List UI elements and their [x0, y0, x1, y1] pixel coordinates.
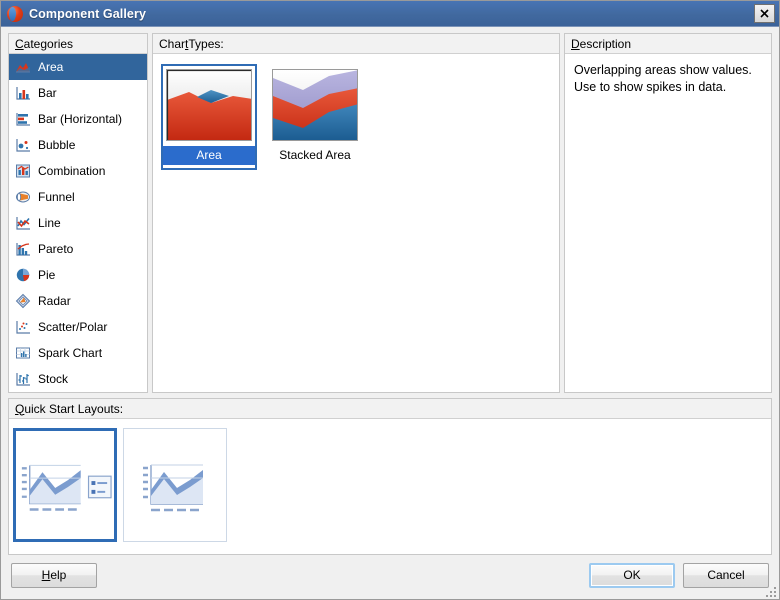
sidebar-item-pie[interactable]: Pie: [9, 262, 147, 288]
sidebar-item-label: Pie: [38, 268, 56, 282]
quick-start-header: Quick Start Layouts:: [9, 399, 771, 419]
stacked-area-thumbnail: [272, 69, 358, 141]
sidebar-item-label: Bubble: [38, 138, 76, 152]
sidebar-item-stock[interactable]: Stock: [9, 366, 147, 392]
sidebar-item-combination[interactable]: Combination: [9, 158, 147, 184]
title-bar: Component Gallery: [1, 1, 779, 27]
sidebar-item-bar-horizontal[interactable]: Bar (Horizontal): [9, 106, 147, 132]
sidebar-item-label: Spark Chart: [38, 346, 103, 360]
sidebar-item-label: Stock: [38, 372, 69, 386]
chart-type-stacked-area[interactable]: Stacked Area: [267, 64, 363, 170]
description-header: Description: [565, 34, 771, 54]
area-plain-layout[interactable]: [123, 428, 227, 542]
quick-start-list: [9, 419, 771, 554]
stock-chart-icon: [15, 371, 31, 387]
ok-button-label: OK: [623, 568, 641, 582]
ok-button[interactable]: OK: [589, 562, 675, 588]
upper-section: Categories Area Bar Bar (Horizontal) Bubble…: [8, 33, 772, 393]
close-icon[interactable]: [754, 4, 775, 23]
funnel-chart-icon: [15, 189, 31, 205]
pie-chart-icon: [15, 267, 31, 283]
sidebar-item-radar[interactable]: Radar: [9, 288, 147, 314]
sidebar-item-label: Area: [38, 60, 64, 74]
button-bar: Help OK Cancel: [1, 555, 779, 599]
sidebar-item-label: Radar: [38, 294, 71, 308]
combination-chart-icon: [15, 163, 31, 179]
resize-grip[interactable]: [764, 585, 776, 597]
sidebar-item-funnel[interactable]: Funnel: [9, 184, 147, 210]
bar-chart-icon: [15, 85, 31, 101]
categories-header: Categories: [9, 34, 147, 54]
cancel-button-label: Cancel: [707, 568, 745, 582]
spark-chart-icon: [15, 345, 31, 361]
oracle-logo-icon: [7, 5, 23, 22]
chart-type-area[interactable]: Area: [161, 64, 257, 170]
categories-panel: Categories Area Bar Bar (Horizontal) Bubble…: [8, 33, 148, 393]
area-chart-icon: [15, 59, 31, 75]
help-button[interactable]: Help: [11, 562, 97, 588]
cancel-button[interactable]: Cancel: [683, 562, 769, 588]
radar-chart-icon: [15, 293, 31, 309]
sidebar-item-label: Combination: [38, 164, 106, 178]
quick-start-header-label: uick Start Layouts:: [24, 401, 124, 416]
sidebar-item-area[interactable]: Area: [9, 54, 147, 80]
quick-start-panel: Quick Start Layouts:: [8, 398, 772, 555]
chart-types-header: Char t Types:: [153, 34, 559, 54]
description-panel: Description Overlapping areas show value…: [564, 33, 772, 393]
sidebar-item-line[interactable]: Line: [9, 210, 147, 236]
pareto-chart-icon: [15, 241, 31, 257]
line-chart-icon: [15, 215, 31, 231]
chart-types-header-label: Types:: [188, 36, 224, 51]
sidebar-item-scatter-polar[interactable]: Scatter/Polar: [9, 314, 147, 340]
chart-types-panel: Char t Types: Area Stacked Area: [152, 33, 560, 393]
dialog-actions: OK Cancel: [589, 562, 769, 588]
scatter-chart-icon: [15, 319, 31, 335]
categories-header-label: ategories: [23, 36, 74, 51]
description-text: Overlapping areas show values. Use to sh…: [574, 63, 752, 94]
sidebar-item-label: Pareto: [38, 242, 74, 256]
chart-types-list: Area Stacked Area: [153, 54, 559, 392]
chart-type-label: Area: [163, 146, 255, 165]
categories-list: Area Bar Bar (Horizontal) Bubble Combination…: [9, 54, 147, 392]
window-title: Component Gallery: [29, 6, 146, 21]
sidebar-item-spark-chart[interactable]: Spark Chart: [9, 340, 147, 366]
sidebar-item-label: Funnel: [38, 190, 75, 204]
sidebar-item-bubble[interactable]: Bubble: [9, 132, 147, 158]
dialog-content: Categories Area Bar Bar (Horizontal) Bubble…: [1, 27, 779, 555]
sidebar-item-label: Bar: [38, 86, 57, 100]
sidebar-item-bar[interactable]: Bar: [9, 80, 147, 106]
sidebar-item-label: Scatter/Polar: [38, 320, 108, 334]
area-thumbnail: [166, 69, 252, 141]
sidebar-item-label: Line: [38, 216, 61, 230]
area-with-legend-layout[interactable]: [13, 428, 117, 542]
help-button-label: elp: [50, 568, 67, 582]
component-gallery-dialog: Component Gallery Categories Area Bar Bar …: [0, 0, 780, 600]
bubble-chart-icon: [15, 137, 31, 153]
description-header-label: escription: [579, 36, 632, 51]
sidebar-item-pareto[interactable]: Pareto: [9, 236, 147, 262]
sidebar-item-label: Bar (Horizontal): [38, 112, 123, 126]
horizontal-bar-chart-icon: [15, 111, 31, 127]
chart-type-label: Stacked Area: [279, 148, 351, 162]
